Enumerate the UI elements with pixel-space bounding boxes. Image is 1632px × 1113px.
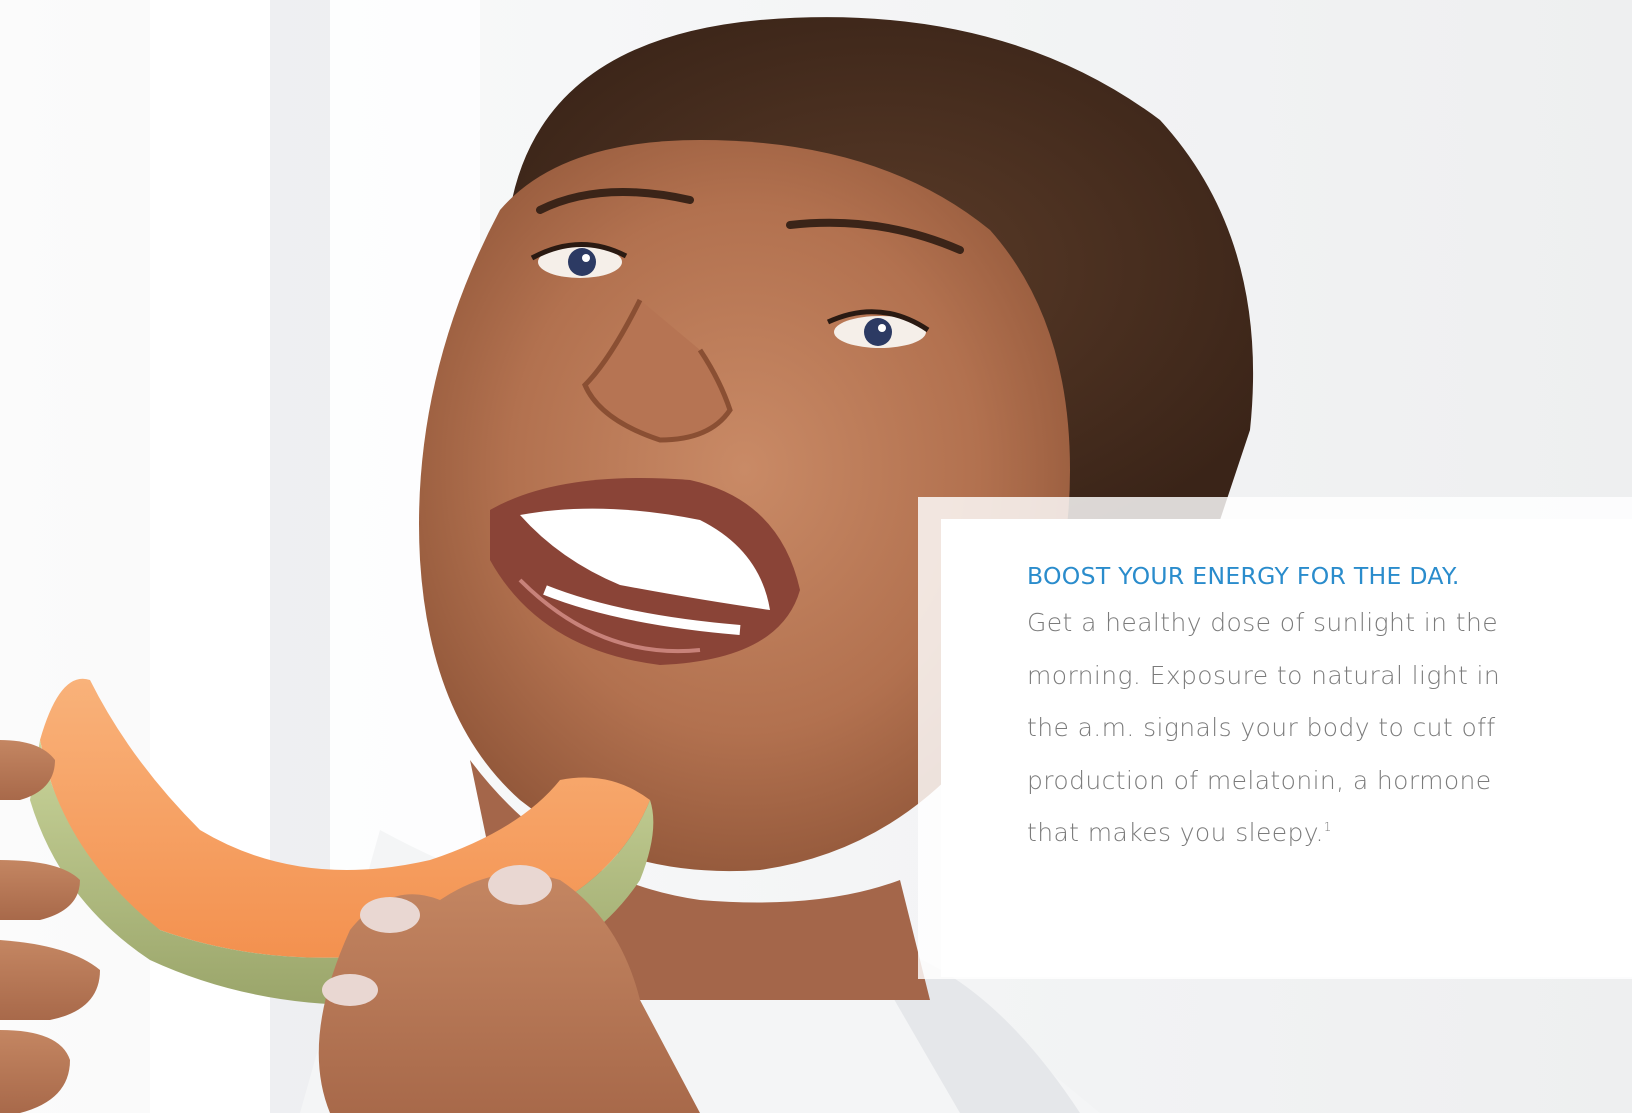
card-heading: BOOST YOUR ENERGY FOR THE DAY. — [1027, 562, 1460, 590]
card-body-text: Get a healthy dose of sunlight in the mo… — [1027, 597, 1547, 860]
info-card: BOOST YOUR ENERGY FOR THE DAY. Get a hea… — [941, 519, 1632, 977]
footnote-marker: 1 — [1323, 820, 1332, 834]
card-body-copy: Get a healthy dose of sunlight in the mo… — [1027, 608, 1501, 847]
